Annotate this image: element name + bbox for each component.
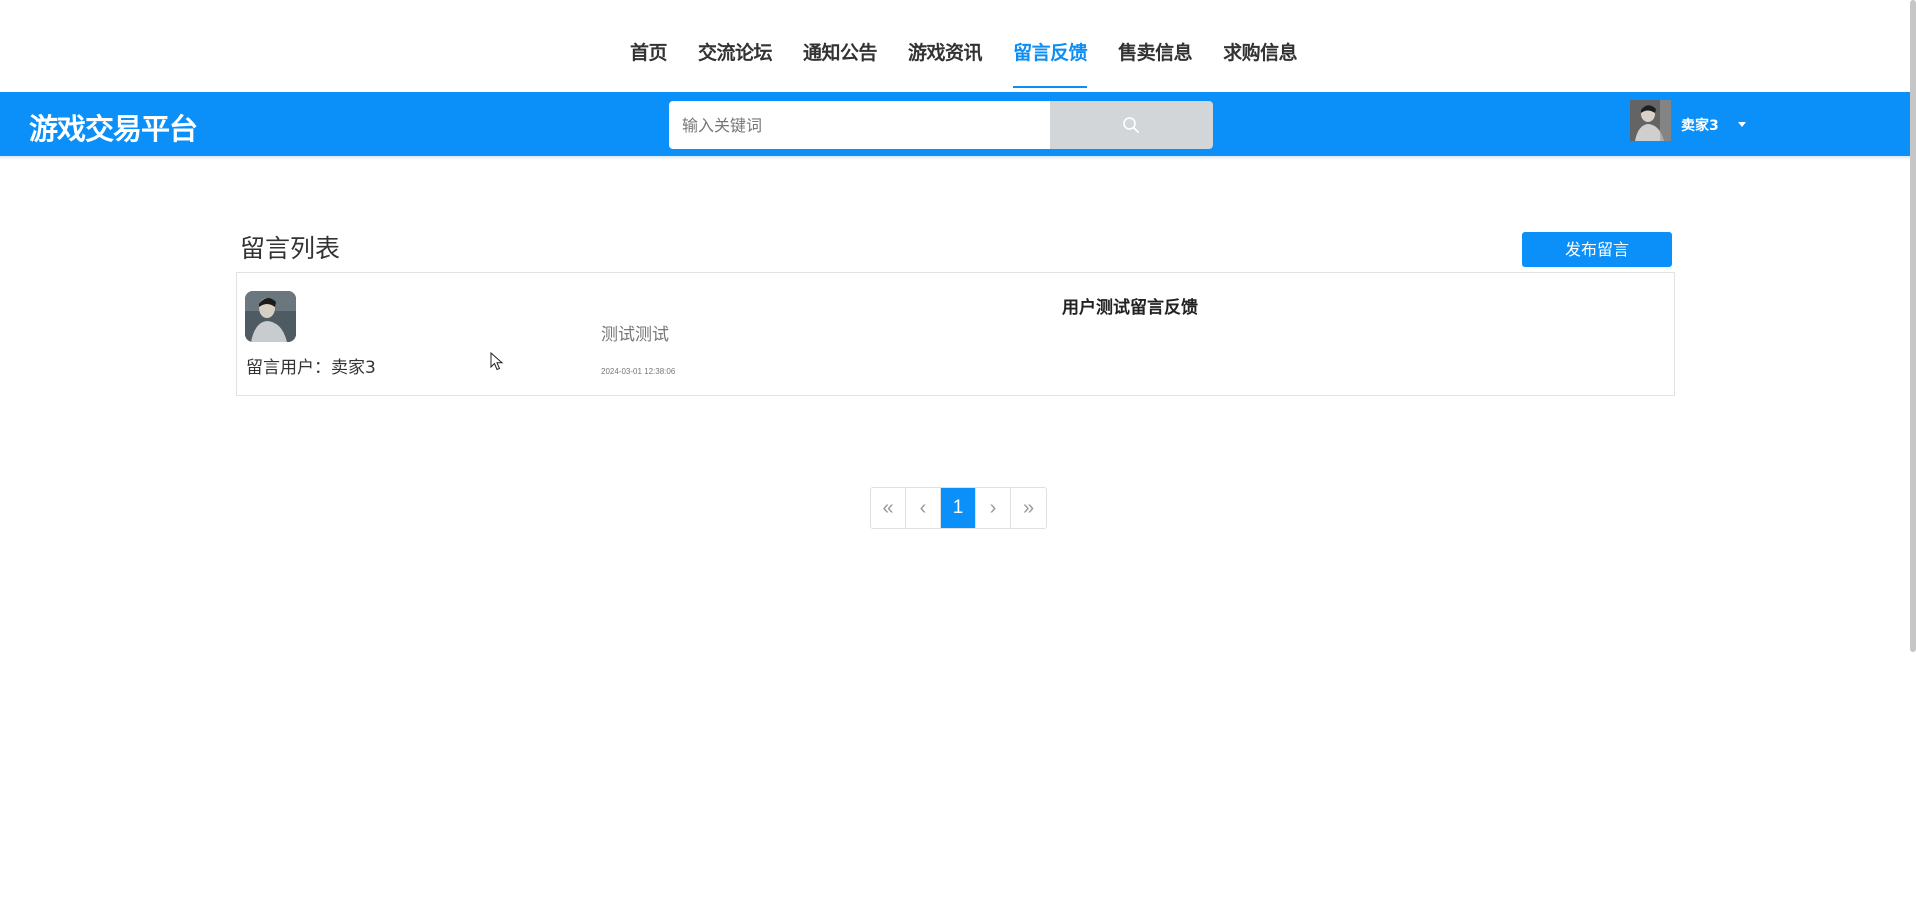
last-page-button[interactable]: » (1011, 488, 1046, 528)
search-icon (1123, 117, 1139, 133)
site-logo[interactable]: 游戏交易平台 (29, 106, 198, 148)
publish-message-button[interactable]: 发布留言 (1522, 232, 1672, 267)
header-shadow (0, 156, 1916, 160)
message-card[interactable]: 留言用户：卖家3 用户测试留言反馈 测试测试 2024-03-01 12:38:… (236, 272, 1675, 396)
search-button[interactable] (1050, 101, 1213, 149)
user-name[interactable]: 卖家3 (1681, 115, 1719, 135)
page-number-button[interactable]: 1 (941, 488, 976, 528)
prev-page-button[interactable]: ‹ (906, 488, 941, 528)
chevron-down-icon[interactable] (1738, 122, 1746, 127)
message-user-avatar (245, 291, 296, 342)
mouse-pointer-icon (490, 352, 504, 371)
user-avatar[interactable] (1630, 100, 1671, 141)
message-user: 留言用户：卖家3 (246, 358, 376, 378)
message-avatar-image (245, 291, 296, 342)
nav-item-buy-info[interactable]: 求购信息 (1223, 0, 1298, 64)
nav-list: 首页 交流论坛 通知公告 游戏资讯 留言反馈 售卖信息 求购信息 (630, 0, 1328, 92)
first-page-button[interactable]: « (871, 488, 906, 528)
message-content: 测试测试 (601, 325, 669, 345)
user-avatar-image (1630, 100, 1671, 141)
pagination: « ‹ 1 › » (870, 487, 1047, 529)
page-title: 留言列表 (240, 234, 341, 263)
nav-item-home[interactable]: 首页 (630, 0, 668, 64)
scrollbar[interactable] (1910, 0, 1916, 652)
nav-item-forum[interactable]: 交流论坛 (698, 0, 773, 64)
search-input[interactable] (669, 101, 1050, 149)
nav-item-game-news[interactable]: 游戏资讯 (908, 0, 983, 64)
message-title[interactable]: 用户测试留言反馈 (1062, 293, 1198, 318)
nav-item-sell-info[interactable]: 售卖信息 (1118, 0, 1193, 64)
next-page-button[interactable]: › (976, 488, 1011, 528)
nav-item-notice[interactable]: 通知公告 (803, 0, 878, 64)
top-navigation: 首页 交流论坛 通知公告 游戏资讯 留言反馈 售卖信息 求购信息 (0, 0, 1916, 92)
nav-item-feedback[interactable]: 留言反馈 (1013, 0, 1088, 88)
header-bar: 游戏交易平台 卖家3 (0, 92, 1916, 156)
message-time: 2024-03-01 12:38:06 (601, 367, 676, 376)
